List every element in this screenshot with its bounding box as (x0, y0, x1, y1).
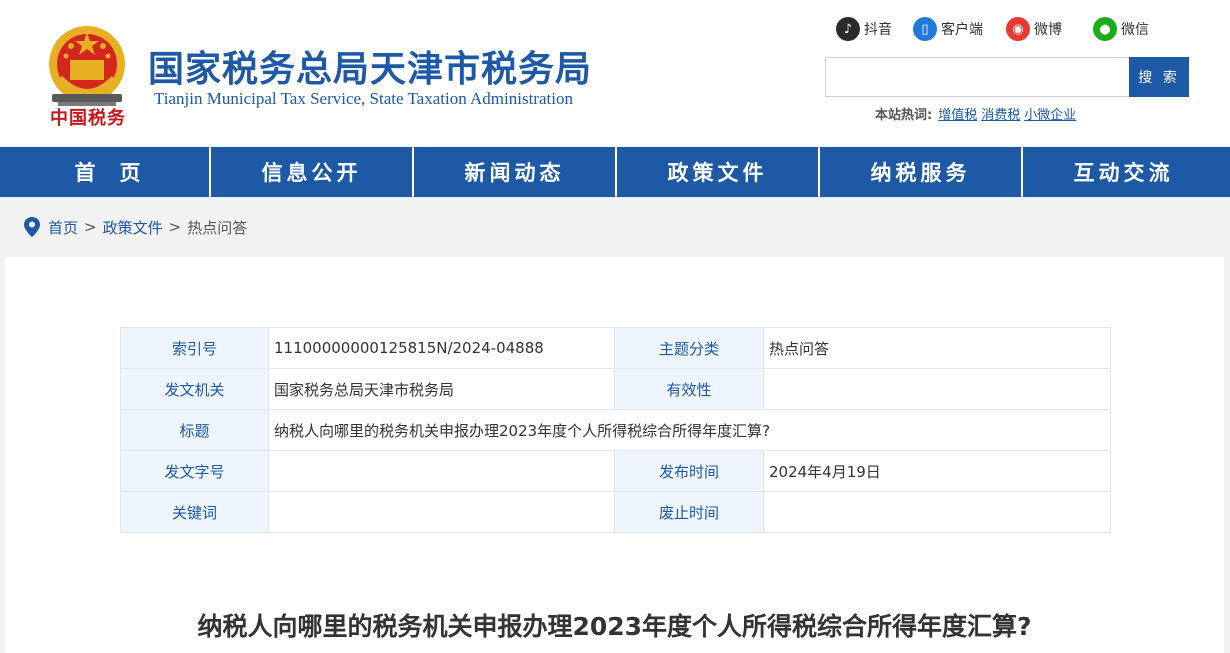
nav-item-interaction[interactable]: 互动交流 (1021, 147, 1224, 197)
social-weibo-label: 微博 (1034, 22, 1062, 38)
meta-value-keywords (268, 491, 615, 533)
site-header: 中国税务 国家税务总局天津市税务局 Tianjin Municipal Tax … (0, 0, 1230, 147)
meta-key-validity: 有效性 (614, 368, 764, 410)
site-subtitle: Tianjin Municipal Tax Service, State Tax… (154, 89, 573, 108)
meta-value-expiry (763, 491, 1111, 533)
search-button[interactable]: 搜 索 (1129, 57, 1189, 97)
meta-value-validity (763, 368, 1111, 410)
breadcrumb-home-link[interactable]: 首页 (48, 217, 78, 238)
meta-key-expiry: 废止时间 (614, 491, 764, 533)
social-weibo-link[interactable]: ◉ 微博 (1006, 16, 1062, 42)
nav-item-news[interactable]: 新闻动态 (412, 147, 615, 197)
social-douyin-label: 抖音 (864, 22, 892, 38)
hotword-link-small-business[interactable]: 小微企业 (1024, 104, 1076, 123)
meta-value-issuer: 国家税务总局天津市税务局 (268, 368, 615, 410)
social-client-label: 客户端 (941, 22, 983, 38)
meta-value-pubdate: 2024年4月19日 (763, 450, 1111, 492)
nav-item-tax-services[interactable]: 纳税服务 (818, 147, 1021, 197)
meta-key-title: 标题 (120, 409, 269, 451)
breadcrumb: 首页 > 政策文件 > 热点问答 (24, 214, 247, 240)
nav-item-policy-documents[interactable]: 政策文件 (615, 147, 818, 197)
mobile-client-icon: ▯ (913, 17, 937, 41)
site-title[interactable]: 国家税务总局天津市税务局 (148, 40, 592, 92)
meta-key-docno: 发文字号 (120, 450, 269, 492)
hotword-link-consumption-tax[interactable]: 消费税 (981, 104, 1020, 123)
search-input[interactable] (825, 57, 1129, 97)
douyin-icon: ♪ (836, 17, 860, 41)
meta-value-topic: 热点问答 (763, 327, 1111, 369)
article-title: 纳税人向哪里的税务机关申报办理2023年度个人所得税综合所得年度汇算? (197, 612, 1032, 641)
social-wechat-label: 微信 (1121, 22, 1149, 38)
nav-item-info-disclosure[interactable]: 信息公开 (209, 147, 412, 197)
hotwords-bar: 本站热词: 增值税 消费税 小微企业 (875, 104, 1076, 123)
social-wechat-link[interactable]: ● 微信 (1093, 16, 1149, 42)
social-client-link[interactable]: ▯ 客户端 (913, 16, 983, 42)
meta-key-issuer: 发文机关 (120, 368, 269, 410)
breadcrumb-separator: > (84, 218, 97, 236)
content-panel: 索引号 11100000000125815N/2024-04888 主题分类 热… (5, 257, 1224, 653)
breadcrumb-policy-link[interactable]: 政策文件 (103, 217, 163, 238)
table-row: 索引号 11100000000125815N/2024-04888 主题分类 热… (120, 327, 1111, 369)
nav-item-home[interactable]: 首页 (6, 147, 209, 197)
social-douyin-link[interactable]: ♪ 抖音 (836, 16, 892, 42)
breadcrumb-current: 热点问答 (187, 218, 248, 237)
table-row: 关键词 废止时间 (120, 491, 1111, 533)
weibo-icon: ◉ (1006, 17, 1030, 41)
table-row: 发文机关 国家税务总局天津市税务局 有效性 (120, 368, 1111, 410)
meta-key-keywords: 关键词 (120, 491, 269, 533)
meta-key-pubdate: 发布时间 (614, 450, 764, 492)
breadcrumb-separator: > (168, 218, 182, 236)
logo-calligraphy-text: 中国税务 (50, 108, 126, 129)
meta-key-index: 索引号 (120, 327, 269, 369)
meta-value-title: 纳税人向哪里的税务机关申报办理2023年度个人所得税综合所得年度汇算? (268, 409, 1111, 451)
table-row: 标题 纳税人向哪里的税务机关申报办理2023年度个人所得税综合所得年度汇算? (120, 409, 1111, 451)
document-meta-table: 索引号 11100000000125815N/2024-04888 主题分类 热… (120, 327, 1111, 533)
main-nav: 首页 信息公开 新闻动态 政策文件 纳税服务 互动交流 (0, 147, 1230, 197)
meta-key-topic: 主题分类 (614, 327, 764, 369)
hotwords-label: 本站热词: (875, 108, 933, 123)
location-pin-icon (24, 217, 40, 237)
meta-value-index: 11100000000125815N/2024-04888 (268, 327, 615, 369)
meta-value-docno (268, 450, 615, 492)
hotword-link-vat[interactable]: 增值税 (938, 104, 977, 123)
wechat-icon: ● (1093, 17, 1117, 41)
table-row: 发文字号 发布时间 2024年4月19日 (120, 450, 1111, 492)
